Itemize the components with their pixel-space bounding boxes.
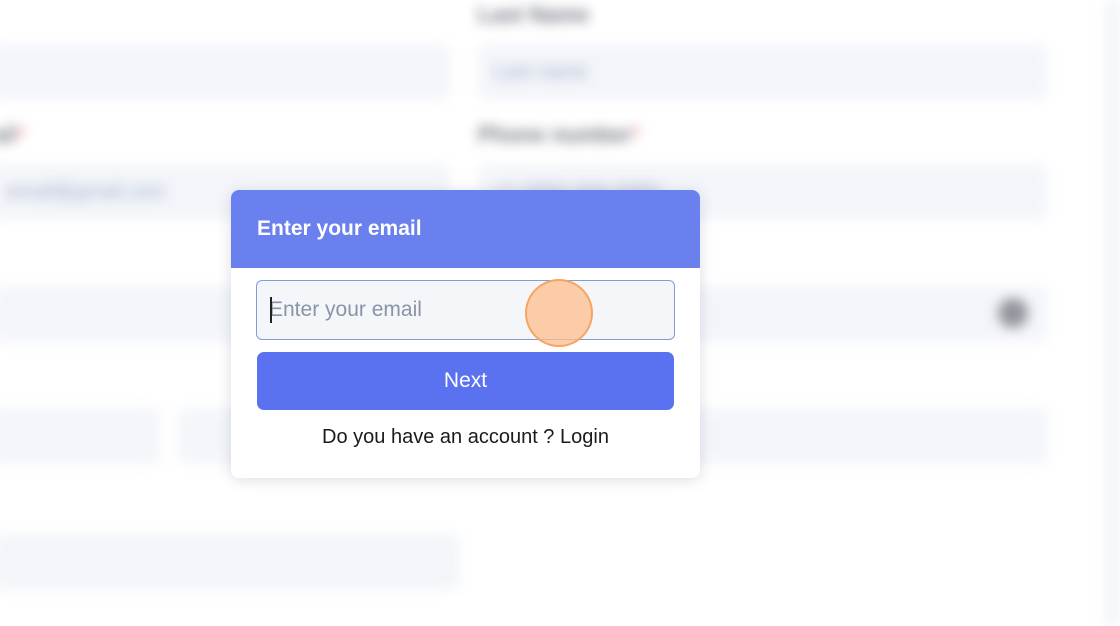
scrollbar-track[interactable] [1106,0,1120,626]
text-caret [270,297,272,323]
next-button[interactable]: Next [257,352,674,410]
login-link[interactable]: Login [560,426,609,448]
select-field[interactable] [0,408,160,464]
eye-icon[interactable] [998,298,1028,328]
account-prompt-text: Do you have an account ? [322,426,560,448]
last-name-label: Last Name [478,2,590,27]
phone-label: Phone number* [478,122,641,147]
account-prompt: Do you have an account ? Login [231,426,700,449]
page: Last Name Last name ail* Phone number* e… [0,0,1120,626]
address-field[interactable] [0,534,460,590]
email-input[interactable] [256,280,675,340]
modal-header: Enter your email [231,190,700,268]
email-label: ail* [0,122,26,147]
last-name-field[interactable]: Last name [478,44,1048,100]
modal-title: Enter your email [257,217,422,240]
first-name-field[interactable] [0,44,450,100]
email-modal: Enter your email Next Do you have an acc… [231,190,700,478]
